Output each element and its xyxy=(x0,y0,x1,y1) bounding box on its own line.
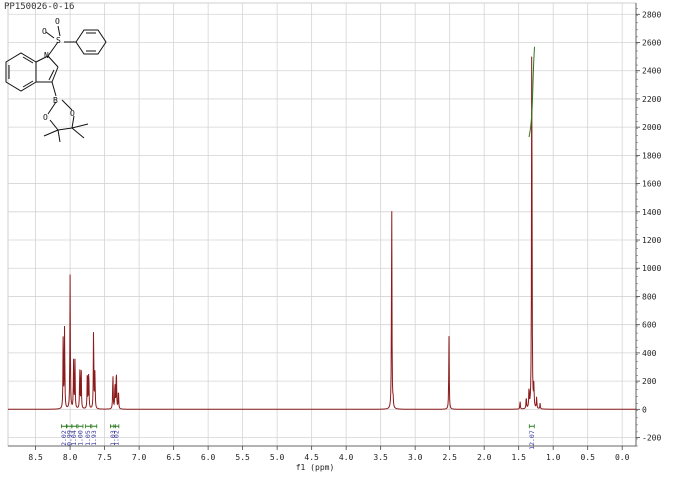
x-tick-label: 3.5 xyxy=(373,453,388,462)
y-tick-label: 2400 xyxy=(642,67,661,76)
atom-label: S xyxy=(56,36,61,45)
x-tick-label: 6.5 xyxy=(166,453,181,462)
y-tick-label: 2200 xyxy=(642,95,661,104)
integral-label: 1.93 xyxy=(90,430,98,446)
sample-id: PP150026-0-16 xyxy=(4,2,75,12)
x-tick-label: 8.5 xyxy=(28,453,43,462)
y-tick-label: 1400 xyxy=(642,208,661,217)
y-tick-label: 400 xyxy=(642,349,657,358)
y-tick-label: -200 xyxy=(642,434,661,443)
y-tick-label: 1200 xyxy=(642,236,661,245)
x-tick-label: 7.5 xyxy=(97,453,112,462)
nmr-spectrum-figure: 8.5 8.0 7.5 7.0 6.5 6.0 5.5 5.0 4.5 4.0 3.5 3.0 2.5 2… xyxy=(0,0,692,482)
x-tick-label: 5.5 xyxy=(235,453,250,462)
x-axis-label: f1 (ppm) xyxy=(296,463,335,472)
x-tick-label: 0.0 xyxy=(615,453,630,462)
y-tick-label: 600 xyxy=(642,321,657,330)
y-tick-label: 800 xyxy=(642,292,657,301)
y-tick-label: 2600 xyxy=(642,39,661,48)
atom-label: O xyxy=(70,109,75,118)
y-tick-label: 2000 xyxy=(642,123,661,132)
molecule-structure: O S O N B O O xyxy=(5,17,107,142)
x-tick-label: 1.0 xyxy=(546,453,561,462)
atom-label: O xyxy=(43,113,48,122)
x-tick-label: 0.5 xyxy=(580,453,595,462)
x-tick-label: 2.5 xyxy=(442,453,457,462)
y-tick-label: 1600 xyxy=(642,180,661,189)
x-tick-label: 6.0 xyxy=(201,453,216,462)
y-tick-label: 1800 xyxy=(642,151,661,160)
integral-label: 12.07 xyxy=(528,430,536,450)
atom-label: N xyxy=(44,51,49,60)
x-tick-label: 1.5 xyxy=(511,453,526,462)
y-tick-label: 1000 xyxy=(642,264,661,273)
x-tick-label: 4.5 xyxy=(304,453,319,462)
y-tick-label: 2800 xyxy=(642,10,661,19)
x-tick-label: 3.0 xyxy=(408,453,423,462)
x-tick-label: 8.0 xyxy=(63,453,78,462)
atom-label: B xyxy=(53,96,58,105)
x-tick-label: 7.0 xyxy=(132,453,147,462)
atom-label: O xyxy=(42,27,47,36)
atom-label: O xyxy=(55,17,60,26)
y-tick-label: 0 xyxy=(642,405,647,414)
x-tick-label: 5.0 xyxy=(270,453,285,462)
x-tick-label: 4.0 xyxy=(339,453,354,462)
y-tick-label: 200 xyxy=(642,377,657,386)
x-tick-label: 2.0 xyxy=(477,453,492,462)
integral-label: 1.02 xyxy=(112,430,120,446)
